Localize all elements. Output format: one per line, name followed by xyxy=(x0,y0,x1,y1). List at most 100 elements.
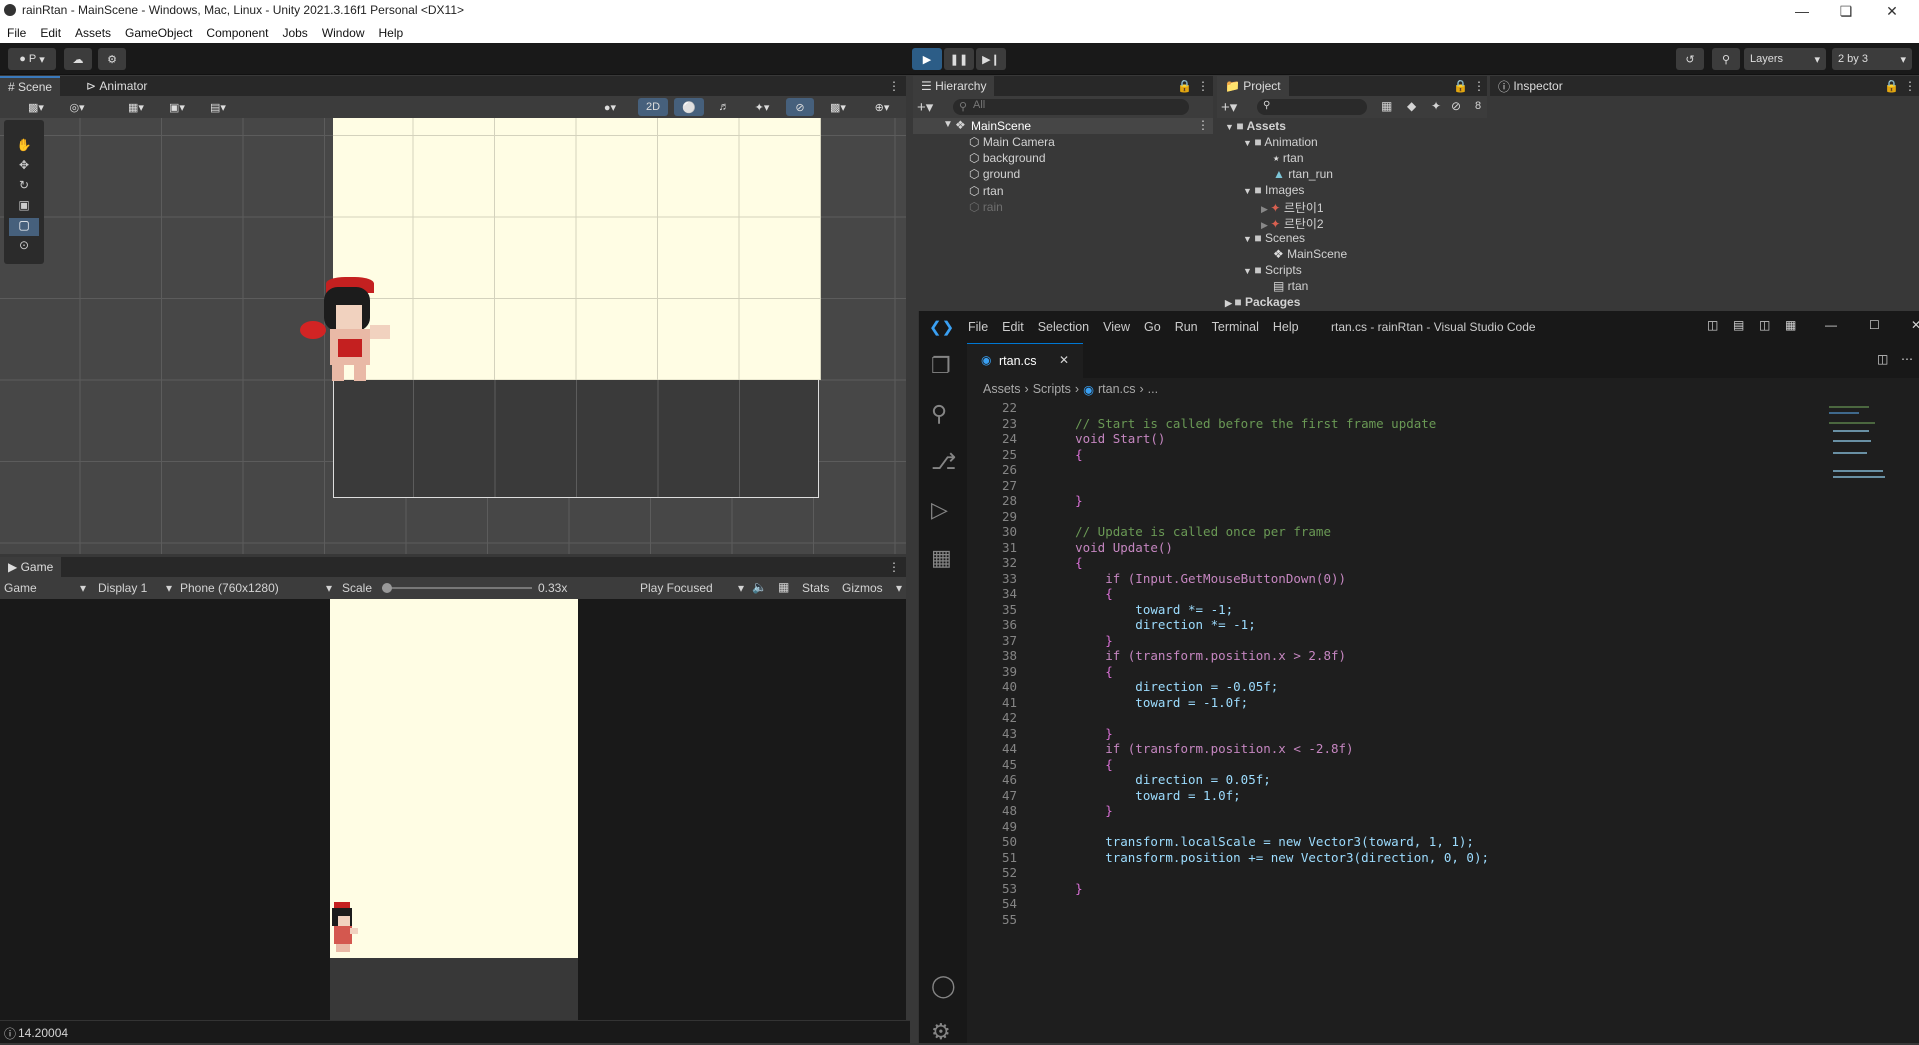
menu-edit[interactable]: Edit xyxy=(33,26,68,40)
project-item[interactable]: ▼ ■ Images xyxy=(1243,183,1304,197)
settings-gear-icon[interactable]: ⚙ xyxy=(931,1019,951,1045)
expand-arrow-icon[interactable]: ▼ xyxy=(1243,266,1254,276)
tab-inspector[interactable]: ⓘ Inspector xyxy=(1490,76,1571,96)
step-button[interactable]: ▶❙ xyxy=(976,48,1006,70)
menu-jobs[interactable]: Jobs xyxy=(275,26,314,40)
account-icon[interactable]: ◯ xyxy=(931,973,956,999)
more-options-icon[interactable]: ⋮ xyxy=(1473,79,1485,93)
expand-arrow-icon[interactable]: ▶ xyxy=(1261,204,1270,214)
expand-arrow-icon[interactable]: ▼ xyxy=(943,119,953,130)
scale-slider[interactable] xyxy=(382,583,532,593)
hidden-toggle[interactable]: ⊘ xyxy=(786,98,814,116)
breadcrumb-file[interactable]: rtan.cs xyxy=(1098,382,1136,396)
more-options-icon[interactable]: ⋮ xyxy=(1197,118,1209,132)
breadcrumb-scripts[interactable]: Scripts xyxy=(1033,382,1071,396)
vscode-menu-help[interactable]: Help xyxy=(1266,320,1306,334)
lighting-toggle[interactable]: ⚪ xyxy=(674,98,704,116)
vscode-menu-go[interactable]: Go xyxy=(1137,320,1168,334)
expand-arrow-icon[interactable]: ▼ xyxy=(1243,234,1254,244)
explorer-icon[interactable]: ❐ xyxy=(931,353,951,379)
editor-tab-rtan[interactable]: ◉ rtan.cs ✕ xyxy=(967,343,1083,378)
audio-toggle[interactable]: ♬ xyxy=(710,98,738,116)
minimap[interactable] xyxy=(1825,400,1895,510)
lock-icon[interactable]: 🔒 xyxy=(1453,79,1468,93)
effects-dropdown[interactable]: ✦▾ xyxy=(744,98,780,116)
project-search-input[interactable]: ⚲ xyxy=(1257,99,1367,115)
minimize-button[interactable]: — xyxy=(1780,0,1824,22)
account-dropdown[interactable]: ● P ▾ xyxy=(8,48,56,70)
filter-label-icon[interactable]: ◆ xyxy=(1407,99,1416,113)
vscode-menu-selection[interactable]: Selection xyxy=(1031,320,1096,334)
game-mode-dropdown[interactable]: Game ▾ xyxy=(4,581,86,595)
expand-arrow-icon[interactable]: ▶ xyxy=(1225,298,1234,308)
project-item[interactable]: ▼ ■ Animation xyxy=(1243,135,1318,149)
search-icon[interactable]: ⚲ xyxy=(931,401,947,427)
rotate-tool-icon[interactable]: ↻ xyxy=(9,178,39,196)
hierarchy-item[interactable]: ⬡ ground xyxy=(969,167,1020,181)
menu-assets[interactable]: Assets xyxy=(68,26,118,40)
more-options-icon[interactable]: ⋮ xyxy=(888,560,900,574)
split-editor-icon[interactable]: ◫ xyxy=(1877,352,1888,366)
vscode-menu-run[interactable]: Run xyxy=(1168,320,1205,334)
menu-window[interactable]: Window xyxy=(315,26,372,40)
mute-audio-icon[interactable]: 🔈 xyxy=(752,580,767,594)
more-options-icon[interactable]: ⋮ xyxy=(1197,79,1209,93)
tab-scene[interactable]: # Scene xyxy=(0,76,61,96)
tab-animator[interactable]: ⊳ Animator xyxy=(78,76,155,96)
render-mode-dropdown[interactable]: ●▾ xyxy=(592,98,628,116)
tab-project[interactable]: 📁 Project xyxy=(1217,76,1289,96)
close-tab-icon[interactable]: ✕ xyxy=(1059,353,1069,367)
gizmos-dropdown[interactable]: ⊕▾ xyxy=(862,98,902,116)
breadcrumb-assets[interactable]: Assets xyxy=(983,382,1021,396)
vscode-maximize-button[interactable]: ☐ xyxy=(1869,318,1880,332)
vscode-minimize-button[interactable]: — xyxy=(1825,318,1837,332)
more-options-icon[interactable]: ⋮ xyxy=(888,79,900,93)
rtan-character[interactable] xyxy=(300,273,392,385)
project-item[interactable]: ▶ ✦ 르탄이2 xyxy=(1261,215,1324,232)
project-item[interactable]: ⭑ rtan xyxy=(1273,151,1304,166)
search-button[interactable]: ⚲ xyxy=(1712,48,1740,70)
project-item[interactable]: ▼ ■ Scenes xyxy=(1243,231,1305,245)
snap-increment-button[interactable]: ▣▾ xyxy=(160,98,194,116)
tag-icon[interactable]: ✦ xyxy=(1431,99,1441,113)
rect-tool-icon[interactable]: ▢ xyxy=(9,218,39,236)
view-options-dropdown[interactable]: ◎▾ xyxy=(60,98,94,116)
filter-type-icon[interactable]: ▦ xyxy=(1381,99,1392,113)
hierarchy-item[interactable]: ⬡ Main Camera xyxy=(969,135,1055,149)
toggle-2d-button[interactable]: 2D xyxy=(638,98,668,116)
draw-mode-dropdown[interactable]: ▩▾ xyxy=(16,98,56,116)
expand-arrow-icon[interactable]: ▼ xyxy=(1243,186,1254,196)
extensions-icon[interactable]: ▦ xyxy=(931,545,952,571)
pause-button[interactable]: ❚❚ xyxy=(944,48,974,70)
project-item[interactable]: ▼ ■ Scripts xyxy=(1243,263,1302,277)
camera-dropdown[interactable]: ▩▾ xyxy=(820,98,856,116)
align-button[interactable]: ▤▾ xyxy=(200,98,236,116)
display-dropdown[interactable]: Display 1 ▾ xyxy=(98,581,172,595)
resolution-dropdown[interactable]: Phone (760x1280) ▾ xyxy=(180,581,332,595)
toggle-panel-icon[interactable]: ▤ xyxy=(1733,318,1744,332)
toggle-secondary-sidebar-icon[interactable]: ◫ xyxy=(1759,318,1770,332)
lock-icon[interactable]: 🔒 xyxy=(1177,79,1192,93)
run-debug-icon[interactable]: ▷ xyxy=(931,497,948,523)
more-actions-icon[interactable]: ⋯ xyxy=(1901,352,1913,366)
scale-slider-handle[interactable] xyxy=(382,583,392,593)
stats-button[interactable]: Stats xyxy=(802,581,829,595)
scale-tool-icon[interactable]: ▣ xyxy=(9,198,39,216)
expand-arrow-icon[interactable]: ▼ xyxy=(1225,122,1236,132)
vscode-menu-view[interactable]: View xyxy=(1096,320,1137,334)
toggle-sidebar-icon[interactable]: ◫ xyxy=(1707,318,1718,332)
scene-viewport[interactable]: ✋ ✥ ↻ ▣ ▢ ⊙ xyxy=(0,118,906,554)
breadcrumb-symbol[interactable]: ... xyxy=(1148,382,1158,396)
code-editor[interactable]: 22 23 // Start is called before the first… xyxy=(975,400,1855,1043)
menu-file[interactable]: File xyxy=(0,26,33,40)
collab-button[interactable]: ⚙ xyxy=(98,48,126,70)
vscode-menu-edit[interactable]: Edit xyxy=(995,320,1031,334)
hidden-count-icon[interactable]: ⊘ xyxy=(1451,99,1461,113)
ground-sprite[interactable] xyxy=(333,380,819,498)
project-item[interactable]: ▶ ■ Packages xyxy=(1225,295,1300,309)
menu-help[interactable]: Help xyxy=(372,26,411,40)
history-button[interactable]: ↺ xyxy=(1676,48,1704,70)
menu-component[interactable]: Component xyxy=(199,26,275,40)
hierarchy-item[interactable]: ⬡ rain xyxy=(969,200,1003,214)
hierarchy-search-input[interactable]: ⚲ All xyxy=(953,99,1189,115)
